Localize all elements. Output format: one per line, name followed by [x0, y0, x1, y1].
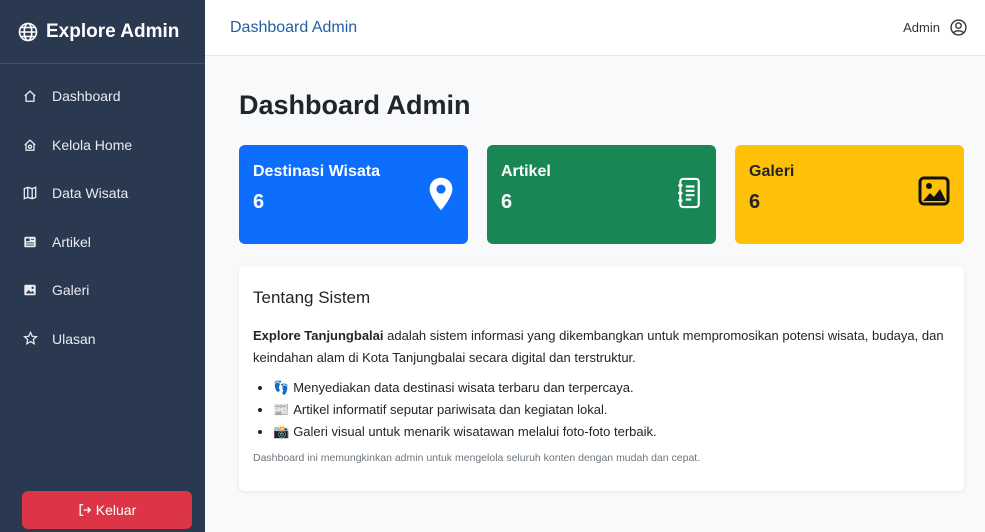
- list-item-text: Artikel informatif seputar pariwisata da…: [293, 402, 608, 417]
- sidebar: Explore Admin Dashboard Kelola Home Data…: [0, 0, 205, 532]
- topbar: Dashboard Admin Admin: [205, 0, 985, 56]
- sidebar-item-galeri[interactable]: Galeri: [0, 266, 205, 315]
- list-item: 📰Artikel informatif seputar pariwisata d…: [273, 399, 950, 421]
- home-icon: [22, 88, 38, 104]
- about-brand: Explore Tanjungbalai: [253, 328, 384, 343]
- sidebar-item-label: Dashboard: [52, 88, 121, 105]
- map-icon: [22, 185, 38, 201]
- newspaper-emoji-icon: 📰: [273, 402, 290, 417]
- house-gear-icon: [22, 137, 38, 153]
- stat-card-value: 6: [253, 191, 265, 213]
- sidebar-item-label: Ulasan: [52, 330, 96, 347]
- sidebar-item-label: Data Wisata: [52, 185, 129, 202]
- user-circle-icon: [950, 19, 967, 36]
- stat-card-artikel[interactable]: Artikel 6: [487, 145, 716, 244]
- page-title: Dashboard Admin: [239, 90, 471, 120]
- journal-icon: [678, 177, 700, 209]
- topbar-title: Dashboard Admin: [230, 18, 358, 36]
- logout-icon: [79, 504, 91, 516]
- stat-card-galeri[interactable]: Galeri 6: [735, 145, 964, 244]
- feature-list: 👣Menyediakan data destinasi wisata terba…: [273, 377, 950, 443]
- list-item: 📸Galeri visual untuk menarik wisatawan m…: [273, 421, 950, 443]
- sidebar-item-label: Kelola Home: [52, 136, 133, 153]
- about-description: Explore Tanjungbalai adalah sistem infor…: [253, 325, 950, 369]
- list-item: 👣Menyediakan data destinasi wisata terba…: [273, 377, 950, 399]
- picture-icon: [918, 176, 950, 206]
- sidebar-item-ulasan[interactable]: Ulasan: [0, 315, 205, 364]
- list-item-text: Galeri visual untuk menarik wisatawan me…: [293, 424, 657, 439]
- globe-icon: [18, 22, 38, 41]
- logout-label: Keluar: [95, 502, 137, 518]
- about-note: Dashboard ini memungkinkan admin untuk m…: [253, 452, 701, 464]
- stat-card-destinasi[interactable]: Destinasi Wisata 6: [239, 145, 468, 244]
- stat-card-value: 6: [501, 191, 513, 213]
- sidebar-item-artikel[interactable]: Artikel: [0, 218, 205, 267]
- sidebar-nav: Dashboard Kelola Home Data Wisata Artike…: [0, 64, 205, 363]
- map-pin-icon: [429, 177, 453, 211]
- sidebar-item-label: Galeri: [52, 282, 90, 299]
- brand[interactable]: Explore Admin: [0, 0, 205, 64]
- sidebar-item-label: Artikel: [52, 233, 91, 250]
- list-item-text: Menyediakan data destinasi wisata terbar…: [293, 380, 634, 395]
- sidebar-item-data-wisata[interactable]: Data Wisata: [0, 169, 205, 218]
- stat-card-label: Artikel: [501, 163, 551, 180]
- footprints-icon: 👣: [273, 380, 290, 395]
- user-name: Admin: [903, 20, 940, 35]
- image-icon: [22, 282, 38, 298]
- logout-button[interactable]: Keluar: [22, 491, 192, 529]
- about-heading: Tentang Sistem: [253, 288, 371, 307]
- sidebar-item-dashboard[interactable]: Dashboard: [0, 72, 205, 121]
- sidebar-item-kelola-home[interactable]: Kelola Home: [0, 121, 205, 170]
- brand-title: Explore Admin: [46, 20, 180, 42]
- stat-card-label: Destinasi Wisata: [253, 163, 381, 180]
- star-icon: [22, 331, 38, 347]
- user-menu[interactable]: Admin: [903, 19, 967, 36]
- newspaper-icon: [22, 234, 38, 250]
- camera-icon: 📸: [273, 424, 290, 439]
- about-card: Tentang Sistem Explore Tanjungbalai adal…: [239, 266, 964, 491]
